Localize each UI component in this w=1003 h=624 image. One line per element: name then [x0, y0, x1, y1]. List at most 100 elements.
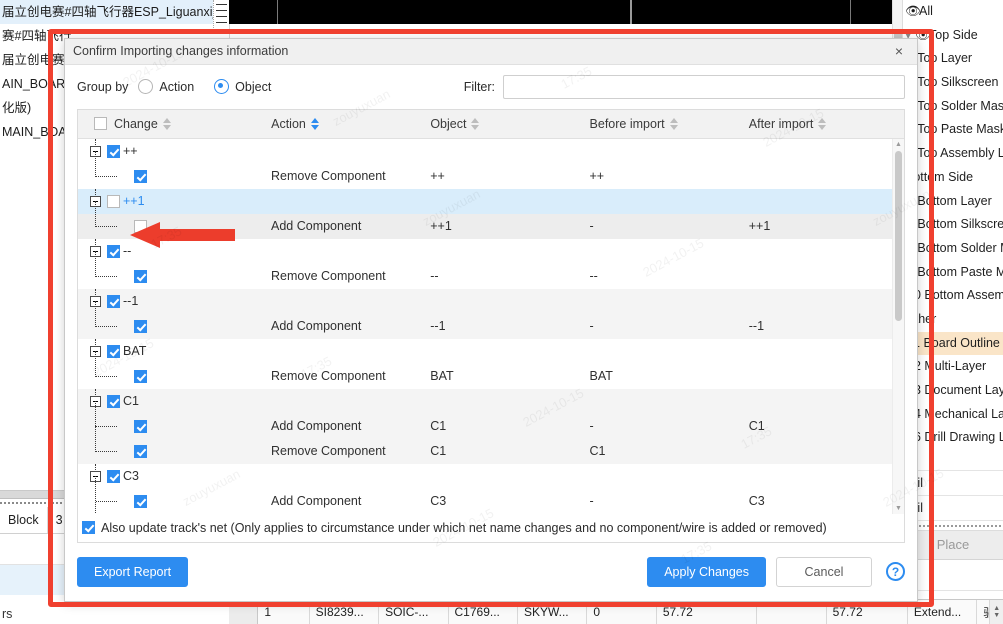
- table-group-row-selected[interactable]: ++1: [78, 188, 904, 214]
- tree-cell[interactable]: [78, 475, 267, 514]
- layers-item-board-outline[interactable]: 11 Board Outline Layer: [903, 331, 1003, 356]
- group-checkbox[interactable]: [107, 394, 120, 408]
- bom-cell[interactable]: 驱动通...: [977, 600, 991, 624]
- table-body[interactable]: ++ Remove Component ++ ++ ++1 Add Compon…: [78, 138, 904, 514]
- also-update-track-net-row[interactable]: Also update track's net (Only applies to…: [77, 513, 905, 543]
- radio-group-by-object[interactable]: Object: [214, 79, 271, 95]
- layers-item-top-assembly[interactable]: 9 Top Assembly Layer: [903, 142, 1003, 166]
- dialog-title-bar[interactable]: Confirm Importing changes information ×: [65, 39, 917, 65]
- layers-item-bottom-layer[interactable]: 2 Bottom Layer: [903, 190, 1003, 214]
- export-report-button[interactable]: Export Report: [77, 556, 189, 587]
- tree-cell[interactable]: [78, 350, 267, 389]
- tree-cell[interactable]: ++1: [78, 188, 267, 214]
- layers-item-top-side[interactable]: ▾ 👁Top Side: [903, 24, 1003, 48]
- table-group-row[interactable]: C3: [78, 463, 904, 489]
- row-checkbox[interactable]: [134, 169, 147, 183]
- radio-group-by-action[interactable]: Action: [138, 79, 194, 95]
- tree-cell[interactable]: [78, 425, 267, 464]
- layers-item-top-layer[interactable]: 1 Top Layer: [903, 47, 1003, 71]
- layers-item-bottom-solder-mask[interactable]: 6 Bottom Solder Mask: [903, 237, 1003, 261]
- bom-cell[interactable]: [757, 600, 827, 624]
- table-row[interactable]: Remove Component C1 C1: [78, 425, 904, 464]
- bom-cell[interactable]: C1769...: [449, 600, 518, 624]
- table-row[interactable]: Add Component C1 - C1: [78, 400, 904, 452]
- place-button[interactable]: Place: [903, 531, 1003, 561]
- table-group-row[interactable]: ++: [78, 138, 904, 164]
- sort-icon-active[interactable]: [310, 117, 319, 130]
- tree-cell[interactable]: --1: [78, 288, 267, 314]
- scroll-down-icon[interactable]: ▼: [893, 503, 904, 514]
- layers-blue-row[interactable]: [903, 450, 1003, 472]
- sort-icon[interactable]: [162, 117, 171, 130]
- layers-unit-row-2[interactable]: mil: [903, 496, 1003, 522]
- sort-icon[interactable]: [669, 117, 678, 130]
- tree-cell[interactable]: [78, 150, 267, 189]
- sort-icon[interactable]: [471, 117, 480, 130]
- layers-unit-row-1[interactable]: mil: [903, 471, 1003, 497]
- column-header-object[interactable]: Object: [426, 117, 585, 131]
- layers-item-bottom-assembly[interactable]: 10 Bottom Assembly Layer: [903, 284, 1003, 308]
- help-icon[interactable]: ?: [886, 562, 905, 582]
- tree-cell[interactable]: BAT: [78, 338, 267, 364]
- layers-item-top-solder-mask[interactable]: 5 Top Solder Mask: [903, 95, 1003, 119]
- table-scrollbar-thumb[interactable]: [895, 150, 902, 321]
- panel-drag-dots[interactable]: [903, 521, 1003, 532]
- tree-cell[interactable]: C3: [78, 463, 267, 489]
- layers-item-top-paste-mask[interactable]: 7 Top Paste Mask: [903, 118, 1003, 142]
- table-group-row[interactable]: C1: [78, 388, 904, 414]
- layers-item-top-silkscreen[interactable]: 3 Top Silkscreen Layer: [903, 71, 1003, 95]
- layers-item-document-layer[interactable]: 13 Document Layer: [903, 379, 1003, 403]
- table-row[interactable]: Remove Component -- --: [78, 250, 904, 289]
- group-checkbox[interactable]: [107, 144, 120, 158]
- also-update-checkbox[interactable]: [82, 521, 95, 535]
- layers-item-multi-layer[interactable]: 12 Multi-Layer: [903, 355, 1003, 379]
- layers-item-bottom-side[interactable]: Bottom Side: [903, 166, 1003, 190]
- group-checkbox[interactable]: [107, 469, 120, 483]
- layers-item-bottom-silkscreen[interactable]: 4 Bottom Silkscreen Layer: [903, 213, 1003, 237]
- table-row[interactable]: Add Component C3 - C3: [78, 475, 904, 514]
- column-header-before-import[interactable]: Before import: [586, 117, 745, 131]
- layers-item-all[interactable]: 👁All: [903, 0, 1003, 24]
- row-checkbox[interactable]: [134, 319, 147, 333]
- eye-off-icon[interactable]: 👁: [905, 0, 921, 24]
- sort-icon[interactable]: [818, 117, 827, 130]
- bom-scroll-arrows[interactable]: ▲ ▼: [990, 600, 1003, 624]
- layers-item-other[interactable]: Other: [903, 308, 1003, 332]
- close-icon[interactable]: ×: [889, 44, 909, 58]
- apply-changes-button[interactable]: Apply Changes: [647, 556, 766, 587]
- select-all-checkbox[interactable]: [94, 117, 107, 131]
- changes-table[interactable]: Change Action Object Before import After…: [77, 108, 905, 514]
- row-checkbox[interactable]: [134, 419, 147, 433]
- row-checkbox[interactable]: [134, 269, 147, 283]
- table-group-row[interactable]: BAT: [78, 338, 904, 364]
- layers-item-mechanical-layer[interactable]: 14 Mechanical Layer: [903, 403, 1003, 427]
- table-group-row[interactable]: --1: [78, 288, 904, 314]
- column-header-after-import[interactable]: After import: [745, 117, 904, 131]
- bom-cell[interactable]: 1: [258, 600, 310, 624]
- bom-cell[interactable]: SI8239...: [310, 600, 380, 624]
- filter-input[interactable]: [503, 74, 905, 99]
- bom-cell[interactable]: Extend...: [908, 600, 978, 624]
- row-checkbox[interactable]: [134, 494, 147, 508]
- table-row[interactable]: Remove Component ++ ++: [78, 150, 904, 189]
- tree-cell[interactable]: ++: [78, 138, 267, 164]
- bom-table-strip[interactable]: 1 SI8239... SOIC-... C1769... SKYW... 0 …: [229, 599, 1003, 624]
- bom-cell[interactable]: 0: [587, 600, 657, 624]
- row-checkbox[interactable]: [134, 444, 147, 458]
- project-tree-item[interactable]: 届立创电赛#四轴飞行器ESP_Liguanxi_2: [0, 0, 229, 24]
- layers-item-bottom-paste-mask[interactable]: 8 Bottom Paste Mask: [903, 261, 1003, 285]
- tree-cell[interactable]: [78, 400, 267, 452]
- confirm-import-dialog[interactable]: Confirm Importing changes information × …: [64, 38, 918, 602]
- group-checkbox[interactable]: [107, 344, 120, 358]
- group-checkbox[interactable]: [107, 244, 120, 258]
- group-checkbox[interactable]: [107, 294, 120, 308]
- cancel-button[interactable]: Cancel: [776, 556, 872, 587]
- tree-cell[interactable]: [78, 300, 267, 339]
- bom-cell[interactable]: 57.72: [657, 600, 758, 624]
- row-checkbox[interactable]: [134, 369, 147, 383]
- column-header-action[interactable]: Action: [267, 117, 426, 131]
- tree-cell[interactable]: [78, 250, 267, 289]
- layers-item-drill-drawing[interactable]: 56 Drill Drawing Layer: [903, 426, 1003, 450]
- bom-cell[interactable]: SKYW...: [518, 600, 588, 624]
- bom-row-handle[interactable]: [229, 600, 259, 624]
